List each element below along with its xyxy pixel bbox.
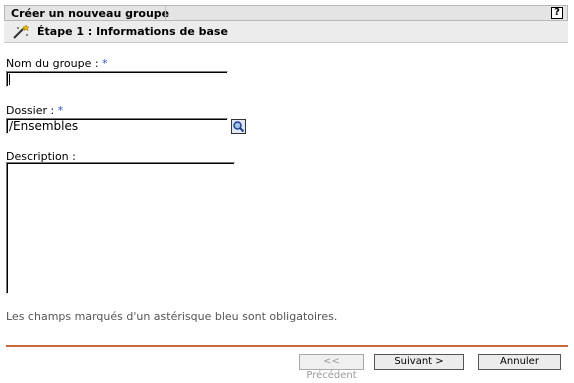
- required-fields-note: Les champs marqués d'un astérisque bleu …: [6, 310, 338, 323]
- group-name-label: Nom du groupe : *: [6, 57, 108, 70]
- required-marker: *: [57, 104, 64, 117]
- help-button[interactable]: ?: [551, 7, 563, 19]
- footer-divider: [6, 345, 568, 347]
- folder-label: Dossier : *: [6, 104, 63, 117]
- browse-folder-button[interactable]: [231, 119, 246, 134]
- title-bar: Créer un nouveau groupe ?: [4, 5, 568, 21]
- cancel-button[interactable]: Annuler: [478, 354, 561, 370]
- next-button[interactable]: Suivant >: [374, 354, 464, 370]
- group-name-label-text: Nom du groupe :: [6, 57, 103, 70]
- step-bar: Étape 1 : Informations de base: [4, 21, 568, 43]
- step-title: Étape 1 : Informations de base: [37, 25, 228, 38]
- title-separator: [165, 6, 166, 20]
- search-icon: [233, 121, 245, 133]
- folder-value: /Ensembles: [9, 119, 79, 133]
- folder-label-text: Dossier :: [6, 104, 58, 117]
- previous-button[interactable]: << Précédent: [299, 354, 364, 381]
- magic-wand-icon: [13, 24, 30, 39]
- group-name-input[interactable]: [6, 71, 228, 87]
- required-marker: *: [102, 57, 108, 70]
- text-caret: [9, 74, 10, 85]
- folder-input[interactable]: /Ensembles: [6, 118, 228, 134]
- description-textarea[interactable]: [6, 162, 235, 294]
- page-title: Créer un nouveau groupe: [11, 7, 170, 20]
